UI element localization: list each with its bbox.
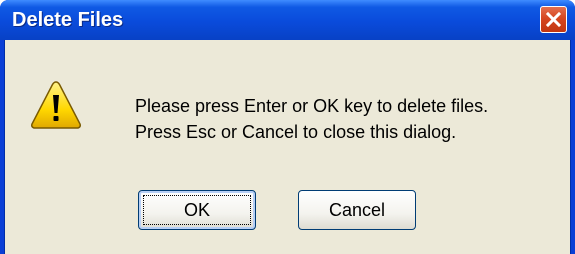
dialog-window: Delete Files Please press Enter or OK ke… xyxy=(0,0,575,254)
title-bar[interactable]: Delete Files xyxy=(0,0,575,40)
dialog-title: Delete Files xyxy=(12,9,124,31)
cancel-button[interactable]: Cancel xyxy=(298,190,416,230)
ok-button[interactable]: OK xyxy=(138,190,256,230)
message-line-2: Press Esc or Cancel to close this dialog… xyxy=(135,122,457,142)
cancel-button-label: Cancel xyxy=(328,199,386,220)
dialog-body: Please press Enter or OK key to delete f… xyxy=(4,40,571,254)
ok-button-label: OK xyxy=(183,199,210,220)
warning-icon xyxy=(31,81,81,129)
message-line-1: Please press Enter or OK key to delete f… xyxy=(135,96,489,116)
dialog-message: Please press Enter or OK key to delete f… xyxy=(135,93,488,145)
close-button[interactable] xyxy=(540,6,567,33)
close-icon xyxy=(546,12,561,27)
